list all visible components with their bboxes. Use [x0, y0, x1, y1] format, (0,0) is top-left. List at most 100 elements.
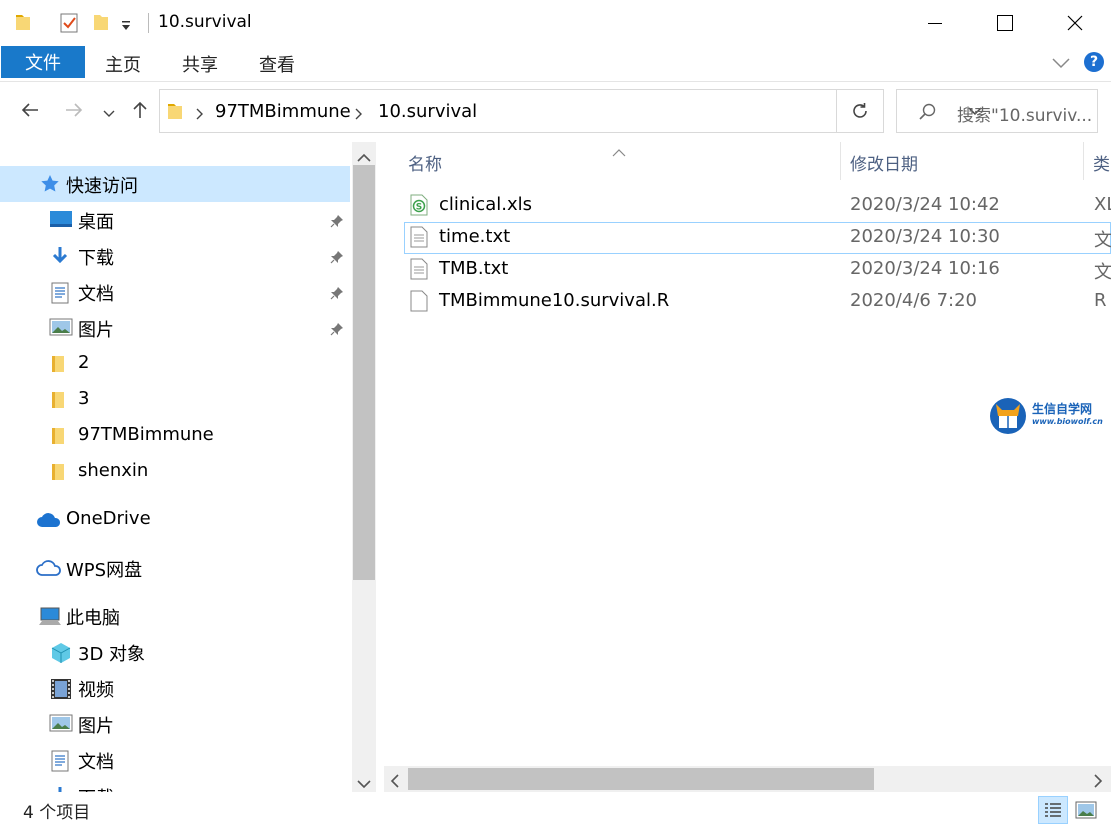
- sidebar-item-onedrive[interactable]: OneDrive: [0, 502, 350, 538]
- help-button[interactable]: ?: [1084, 52, 1104, 72]
- sidebar-item-videos[interactable]: 视频: [0, 670, 350, 706]
- download-icon: [50, 246, 70, 271]
- folder-icon: [50, 462, 66, 487]
- pin-icon[interactable]: [330, 248, 344, 269]
- 3d-objects-icon: [50, 642, 72, 669]
- sidebar-item-label: 文档: [78, 752, 114, 773]
- folder-icon: [50, 426, 66, 451]
- file-type: 文: [1094, 230, 1111, 251]
- sidebar-item-label: 快速访问: [66, 176, 138, 197]
- file-date: 2020/3/24 10:16: [850, 258, 1000, 279]
- window-title: 10.survival: [158, 12, 252, 32]
- file-list-scroll-thumb[interactable]: [408, 768, 874, 790]
- minimize-button[interactable]: [900, 0, 970, 46]
- table-row[interactable]: TMBimmune10.survival.R 2020/4/6 7:20 R: [404, 286, 1111, 318]
- refresh-button[interactable]: [837, 89, 884, 133]
- sidebar-item-wps[interactable]: WPS网盘: [0, 550, 350, 586]
- customize-toolbar-dropdown-icon[interactable]: [120, 17, 132, 37]
- close-button[interactable]: [1040, 0, 1110, 46]
- file-type: XL: [1094, 194, 1111, 215]
- breadcrumb-10-survival[interactable]: 10.survival: [378, 101, 477, 122]
- expand-ribbon-icon[interactable]: [1052, 54, 1070, 74]
- tab-file[interactable]: 文件: [1, 46, 85, 78]
- cloud-icon: [36, 512, 62, 533]
- sidebar-item-documents[interactable]: 文档: [0, 274, 350, 310]
- scroll-right-icon[interactable]: [1093, 773, 1103, 793]
- back-arrow-icon[interactable]: [20, 100, 40, 125]
- column-divider[interactable]: [840, 142, 841, 180]
- status-bar: 4 个项目: [0, 792, 1111, 828]
- minimize-icon: [928, 23, 942, 24]
- folder-icon: [166, 101, 184, 126]
- pin-icon[interactable]: [330, 320, 344, 341]
- forward-arrow-icon[interactable]: [64, 100, 84, 125]
- scroll-left-icon[interactable]: [390, 773, 400, 793]
- pin-icon[interactable]: [330, 284, 344, 305]
- wps-cloud-icon: [36, 559, 62, 582]
- search-input[interactable]: 搜索"10.surviv...: [957, 101, 1092, 126]
- sidebar-item-this-pc[interactable]: 此电脑: [0, 598, 350, 634]
- file-date: 2020/3/24 10:42: [850, 194, 1000, 215]
- sidebar-item-pc-downloads[interactable]: 下载: [0, 778, 350, 792]
- details-view-icon: [1045, 803, 1061, 817]
- table-row[interactable]: time.txt 2020/3/24 10:30 文: [404, 222, 1111, 254]
- star-icon: [40, 174, 60, 199]
- table-row[interactable]: S clinical.xls 2020/3/24 10:42 XL: [404, 190, 1111, 222]
- details-view-button[interactable]: [1038, 796, 1068, 824]
- sidebar-item-label: 图片: [78, 320, 114, 341]
- chevron-right-icon[interactable]: [196, 105, 204, 125]
- pictures-icon: [49, 318, 73, 341]
- pictures-icon: [49, 714, 73, 737]
- sidebar-item-label: 3: [78, 388, 90, 409]
- sidebar-item-desktop[interactable]: 桌面: [0, 202, 350, 238]
- chevron-right-icon[interactable]: [355, 105, 363, 125]
- sidebar-item-quick-access[interactable]: 快速访问: [0, 166, 350, 202]
- column-header-name[interactable]: 名称: [408, 150, 442, 175]
- tab-view[interactable]: 查看: [259, 51, 295, 77]
- sidebar-item-pc-documents[interactable]: 文档: [0, 742, 350, 778]
- sidebar-item-folder-3[interactable]: 3: [0, 382, 350, 418]
- column-header-type[interactable]: 类: [1093, 150, 1110, 175]
- file-name: TMBimmune10.survival.R: [439, 290, 670, 311]
- search-icon: [919, 103, 937, 126]
- sidebar-item-folder-2[interactable]: 2: [0, 346, 350, 382]
- column-divider[interactable]: [1083, 142, 1084, 180]
- address-bar[interactable]: 97TMBimmune 10.survival: [159, 89, 982, 133]
- item-count: 4 个项目: [23, 803, 91, 823]
- scroll-down-icon[interactable]: [357, 774, 371, 794]
- table-row[interactable]: TMB.txt 2020/3/24 10:16 文: [404, 254, 1111, 286]
- sidebar-item-label: 文档: [78, 284, 114, 305]
- pin-icon[interactable]: [330, 212, 344, 233]
- maximize-button[interactable]: [970, 0, 1040, 46]
- sidebar-scroll-thumb[interactable]: [353, 165, 375, 580]
- sidebar-item-folder-97tmbimmune[interactable]: 97TMBimmune: [0, 418, 350, 454]
- column-header-date[interactable]: 修改日期: [850, 150, 918, 175]
- svg-text:S: S: [416, 203, 422, 213]
- sidebar-item-pc-pictures[interactable]: 图片: [0, 706, 350, 742]
- sidebar-item-3d-objects[interactable]: 3D 对象: [0, 634, 350, 670]
- breadcrumb-97tmbimmune[interactable]: 97TMBimmune: [215, 101, 351, 122]
- sidebar-item-label: 97TMBimmune: [78, 424, 214, 445]
- sidebar-item-label: 此电脑: [66, 608, 120, 629]
- computer-icon: [38, 607, 62, 632]
- large-icons-view-button[interactable]: [1071, 796, 1101, 824]
- sidebar-item-downloads[interactable]: 下载: [0, 238, 350, 274]
- sidebar-item-folder-shenxin[interactable]: shenxin: [0, 454, 350, 490]
- recent-locations-icon[interactable]: [103, 104, 115, 124]
- close-icon: [1067, 15, 1083, 31]
- sidebar-item-pictures[interactable]: 图片: [0, 310, 350, 346]
- sidebar-item-label: 桌面: [78, 212, 114, 233]
- search-box[interactable]: 搜索"10.surviv...: [896, 89, 1098, 133]
- tab-home[interactable]: 主页: [105, 51, 141, 77]
- tab-share[interactable]: 共享: [182, 51, 218, 77]
- maximize-icon: [997, 15, 1013, 31]
- file-name: TMB.txt: [439, 258, 509, 279]
- navigation-pane: 快速访问 桌面 下载 文档 图片 2 3 97TMBimmune shenxin…: [0, 142, 352, 792]
- folder-icon: [14, 12, 32, 37]
- file-date: 2020/3/24 10:30: [850, 226, 1000, 247]
- properties-icon[interactable]: [58, 12, 80, 39]
- title-separator: [148, 13, 149, 33]
- up-arrow-icon[interactable]: [130, 100, 150, 125]
- new-folder-icon[interactable]: [92, 12, 110, 37]
- documents-icon: [51, 750, 69, 777]
